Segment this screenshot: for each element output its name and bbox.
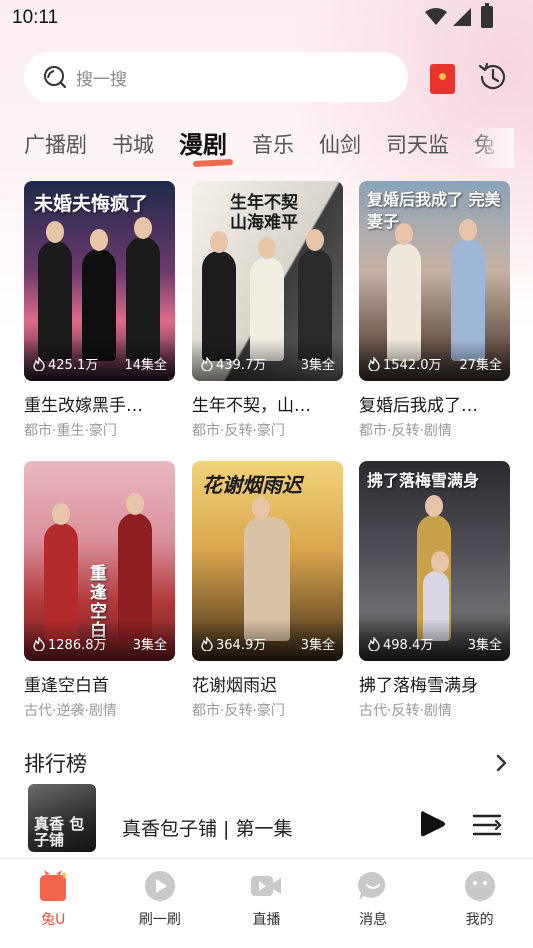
drama-tags: 古代·反转·剧情 — [359, 703, 452, 719]
drama-poster[interactable]: 花谢烟雨迟 364.9万 3集全 — [192, 461, 343, 661]
episode-count: 3集全 — [132, 638, 167, 653]
drama-title[interactable]: 拂了落梅雪满身 — [359, 671, 510, 696]
message-bubble-icon — [358, 871, 386, 900]
episode-count: 3集全 — [300, 358, 335, 373]
nav-item-xiaoxi[interactable]: 消息 — [320, 859, 427, 948]
category-tabs: 广播剧 书城 漫剧 音乐 仙剑 司天监 兔 — [24, 128, 510, 168]
history-clock-icon[interactable] — [476, 60, 510, 94]
nav-label: 兔U — [41, 912, 66, 928]
battery-icon — [481, 3, 493, 28]
search-input[interactable]: 搜一搜 — [76, 65, 127, 90]
tab-sitianjian[interactable]: 司天监 — [386, 128, 449, 168]
flame-icon — [201, 356, 213, 371]
poster-title: 未婚夫悔疯了 — [34, 193, 149, 215]
drama-tags: 都市·反转·豪门 — [192, 703, 285, 719]
play-icon[interactable] — [420, 809, 446, 839]
view-count: 439.7万 — [201, 354, 266, 373]
drama-poster[interactable]: 重逢空白 1286.8万 3集全 — [24, 461, 175, 661]
drama-card[interactable]: 拂了落梅雪满身 498.4万 3集全 拂了落梅雪满身 古代·反转·剧情 — [359, 461, 510, 720]
ranking-title[interactable]: 排行榜 — [24, 748, 87, 778]
view-count: 364.9万 — [201, 634, 266, 653]
wifi-icon — [425, 8, 447, 25]
view-count-text: 498.4万 — [383, 638, 434, 653]
drama-card[interactable]: 未婚夫悔疯了 425.1万 14集全 重生改嫁黑手… 都市·重生·豪门 — [24, 181, 175, 440]
red-packet-icon[interactable] — [430, 64, 455, 94]
search-bar[interactable]: 搜一搜 — [24, 52, 408, 102]
drama-card[interactable]: 花谢烟雨迟 364.9万 3集全 花谢烟雨迟 都市·反转·豪门 — [192, 461, 343, 720]
view-count-text: 1286.8万 — [48, 638, 107, 653]
episode-count: 14集全 — [124, 358, 167, 373]
poster-title: 生年不契 山海难平 — [230, 193, 298, 233]
view-count: 425.1万 — [33, 354, 98, 373]
search-icon — [44, 66, 67, 89]
nav-item-tuu[interactable]: 兔U — [0, 859, 107, 948]
view-count: 1542.0万 — [368, 354, 442, 373]
drama-card[interactable]: 生年不契 山海难平 439.7万 3集全 生年不契，山… 都市·反转·豪门 — [192, 181, 343, 440]
drama-card[interactable]: 复婚后我成了 完美妻子 1542.0万 27集全 复婚后我成了… 都市·反转·剧… — [359, 181, 510, 440]
player-cover[interactable]: 真香 包子铺 — [28, 784, 96, 852]
rabbit-home-icon — [40, 870, 69, 901]
mini-player[interactable]: 真香 包子铺 真香包子铺 | 第一集 — [0, 782, 533, 854]
live-video-icon — [251, 876, 282, 896]
drama-tags: 古代·逆袭·剧情 — [24, 703, 117, 719]
poster-title: 复婚后我成了 完美妻子 — [367, 190, 501, 231]
chevron-right-icon[interactable] — [493, 752, 509, 774]
drama-poster[interactable]: 生年不契 山海难平 439.7万 3集全 — [192, 181, 343, 381]
view-count-text: 1542.0万 — [383, 358, 442, 373]
nav-label: 我的 — [465, 912, 494, 928]
drama-title[interactable]: 重逢空白首 — [24, 671, 175, 696]
view-count-text: 425.1万 — [48, 358, 99, 373]
drama-title[interactable]: 重生改嫁黑手… — [24, 391, 175, 416]
drama-title[interactable]: 生年不契，山… — [192, 391, 343, 416]
player-cover-text: 真香 包子铺 — [34, 815, 85, 849]
tab-shucheng[interactable]: 书城 — [112, 128, 154, 168]
nav-label: 直播 — [252, 912, 281, 928]
drama-card[interactable]: 重逢空白 1286.8万 3集全 重逢空白首 古代·逆袭·剧情 — [24, 461, 175, 720]
flame-icon — [368, 356, 380, 371]
nav-item-shuayishua[interactable]: 刷一刷 — [107, 859, 214, 948]
view-count: 498.4万 — [368, 634, 433, 653]
drama-poster[interactable]: 未婚夫悔疯了 425.1万 14集全 — [24, 181, 175, 381]
playlist-icon[interactable] — [472, 812, 502, 838]
status-time: 10:11 — [12, 7, 59, 28]
drama-tags: 都市·重生·豪门 — [24, 423, 117, 439]
tabs-fade — [470, 128, 514, 168]
player-title[interactable]: 真香包子铺 | 第一集 — [122, 814, 292, 841]
drama-tags: 都市·反转·豪门 — [192, 423, 285, 439]
poster-title: 花谢烟雨迟 — [202, 473, 302, 497]
drama-tags: 都市·反转·剧情 — [359, 423, 452, 439]
nav-item-wode[interactable]: 我的 — [426, 859, 533, 948]
bottom-nav: 兔U 刷一刷 直播 消息 我的 — [0, 858, 533, 948]
cellular-signal-icon — [453, 8, 471, 26]
view-count: 1286.8万 — [33, 634, 107, 653]
drama-title[interactable]: 花谢烟雨迟 — [192, 671, 343, 696]
flame-icon — [33, 356, 45, 371]
status-bar: 10:11 — [0, 0, 533, 36]
play-circle-icon — [144, 871, 175, 901]
view-count-text: 364.9万 — [216, 638, 267, 653]
nav-label: 刷一刷 — [138, 912, 181, 928]
episode-count: 3集全 — [300, 638, 335, 653]
drama-title[interactable]: 复婚后我成了… — [359, 391, 510, 416]
drama-poster[interactable]: 复婚后我成了 完美妻子 1542.0万 27集全 — [359, 181, 510, 381]
flame-icon — [201, 636, 213, 651]
nav-label: 消息 — [359, 912, 388, 928]
profile-face-icon — [464, 871, 495, 901]
drama-poster[interactable]: 拂了落梅雪满身 498.4万 3集全 — [359, 461, 510, 661]
flame-icon — [33, 636, 45, 651]
nav-item-zhibo[interactable]: 直播 — [213, 859, 320, 948]
poster-title: 拂了落梅雪满身 — [367, 471, 480, 490]
flame-icon — [368, 636, 380, 651]
tab-yinyue[interactable]: 音乐 — [252, 128, 294, 168]
episode-count: 3集全 — [467, 638, 502, 653]
tab-guangboju[interactable]: 广播剧 — [24, 128, 87, 168]
view-count-text: 439.7万 — [216, 358, 267, 373]
tab-manju[interactable]: 漫剧 — [179, 128, 227, 168]
episode-count: 27集全 — [459, 358, 502, 373]
tab-xianjian[interactable]: 仙剑 — [319, 128, 361, 168]
